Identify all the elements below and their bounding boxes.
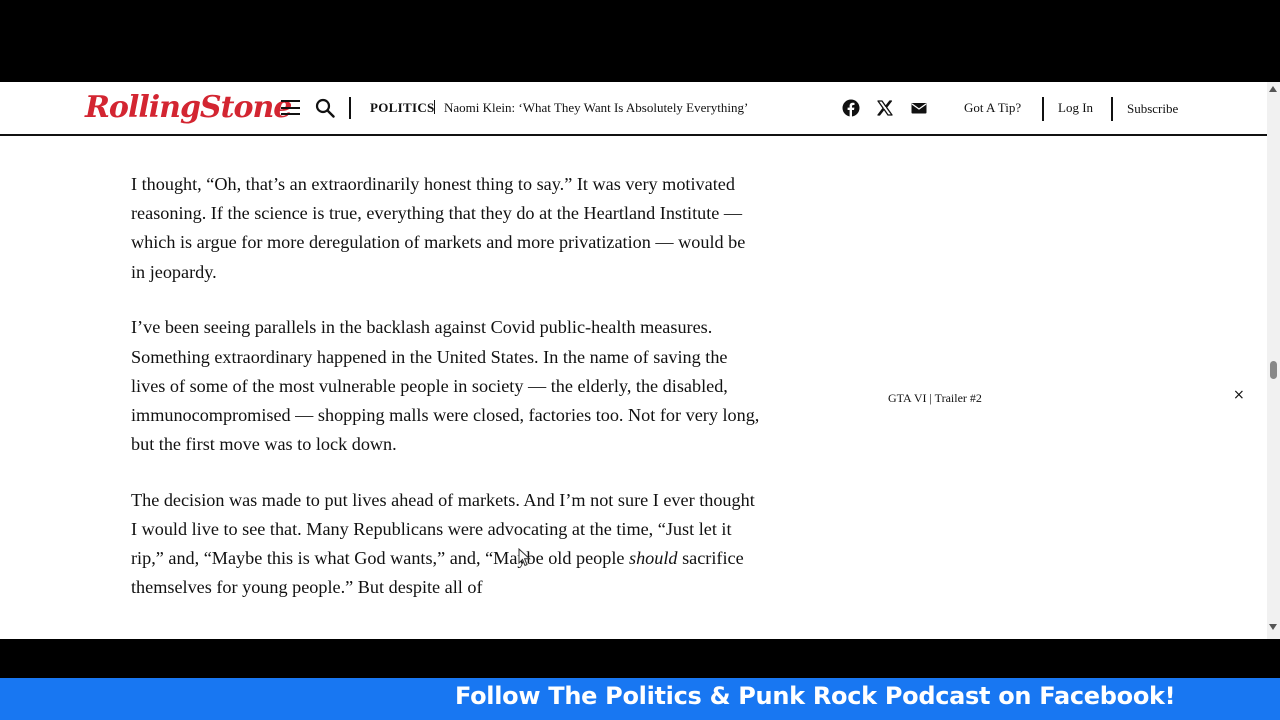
- login-link[interactable]: Log In: [1058, 100, 1093, 116]
- got-a-tip-link[interactable]: Got A Tip?: [964, 100, 1021, 116]
- scrollbar-thumb[interactable]: [1270, 361, 1277, 379]
- subscribe-link[interactable]: Subscribe: [1127, 101, 1178, 117]
- article-paragraph: I thought, “Oh, that’s an extraordinaril…: [131, 174, 746, 282]
- scroll-down-icon[interactable]: [1269, 624, 1277, 630]
- section-separator: [434, 100, 435, 114]
- facebook-icon[interactable]: [842, 99, 860, 117]
- video-player-title: GTA VI | Trailer #2: [888, 391, 982, 405]
- article-paragraph: I’ve been seeing parallels in the backla…: [131, 317, 760, 455]
- video-bottom-letterbox: [0, 639, 1280, 678]
- headline-link[interactable]: Naomi Klein: ‘What They Want Is Absolute…: [444, 100, 748, 116]
- article-body: I thought, “Oh, that’s an extraordinaril…: [131, 170, 761, 629]
- email-icon[interactable]: [910, 99, 928, 117]
- search-icon[interactable]: [315, 98, 335, 118]
- emphasis-text: should: [629, 548, 678, 569]
- browser-page: RollingStone POLITICS Naomi Klein: ‘What…: [0, 82, 1280, 639]
- facebook-promo-banner: Follow The Politics & Punk Rock Podcast …: [0, 678, 1280, 720]
- rolling-stone-logo[interactable]: RollingStone: [85, 88, 292, 128]
- header-divider: [1111, 97, 1113, 121]
- header-divider: [349, 97, 351, 119]
- banner-text: Follow The Politics & Punk Rock Podcast …: [455, 682, 1176, 710]
- site-header: RollingStone POLITICS Naomi Klein: ‘What…: [0, 82, 1267, 136]
- article-paragraph: The decision was made to put lives ahead…: [131, 486, 761, 603]
- video-top-letterbox: [0, 0, 1280, 82]
- mouse-cursor-icon: [518, 548, 531, 567]
- scroll-up-icon[interactable]: [1269, 86, 1277, 92]
- x-icon[interactable]: [876, 99, 894, 117]
- section-label[interactable]: POLITICS: [370, 100, 435, 116]
- hamburger-menu-icon[interactable]: [281, 100, 300, 115]
- header-divider: [1042, 97, 1044, 121]
- page-scrollbar[interactable]: [1267, 82, 1280, 639]
- close-video-button[interactable]: ×: [1233, 387, 1245, 403]
